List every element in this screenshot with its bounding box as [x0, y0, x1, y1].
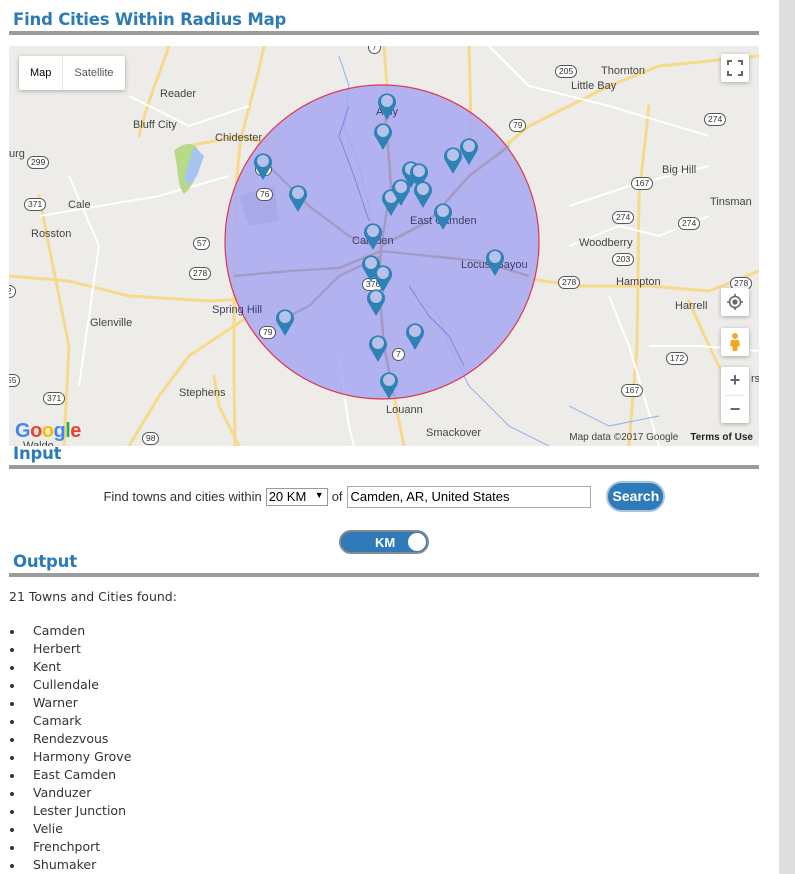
result-city-item: Frenchport — [9, 838, 131, 856]
unit-toggle-label: KM — [375, 535, 396, 550]
map-section-divider — [9, 31, 759, 35]
result-city-item: Lester Junction — [9, 802, 131, 820]
map-marker-pin-icon[interactable] — [460, 138, 478, 165]
map-marker-pin-icon[interactable] — [374, 123, 392, 150]
map-marker-pin-icon[interactable] — [434, 203, 452, 230]
zoom-out-button[interactable]: − — [721, 396, 749, 424]
map-marker-pin-icon[interactable] — [380, 372, 398, 399]
map-section-title: Find Cities Within Radius Map — [13, 10, 287, 29]
google-logo-letter: e — [70, 420, 81, 442]
input-section-divider — [9, 465, 759, 469]
google-logo-letter: G — [15, 420, 31, 442]
result-city-item: Camden — [9, 622, 131, 640]
radius-select-wrap: 20 KM ▼ — [265, 487, 332, 506]
output-section-title: Output — [13, 552, 77, 571]
map-marker-pin-icon[interactable] — [444, 147, 462, 174]
map-marker-pin-icon[interactable] — [406, 323, 424, 350]
map-data-credit: Map data ©2017 Google — [569, 432, 679, 443]
radius-prefix-label: Find towns and cities within — [103, 489, 262, 504]
fullscreen-button[interactable] — [721, 54, 749, 82]
result-city-item: Camark — [9, 712, 131, 730]
result-city-item: Shumaker — [9, 856, 131, 874]
street-view-pegman-icon — [730, 333, 740, 351]
map-marker-pin-icon[interactable] — [369, 335, 387, 362]
result-city-item: East Camden — [9, 766, 131, 784]
map-marker-pin-icon[interactable] — [367, 289, 385, 316]
fullscreen-icon — [727, 60, 743, 76]
map-marker-pin-icon[interactable] — [414, 181, 432, 208]
map-marker-pin-icon[interactable] — [374, 265, 392, 292]
result-city-item: Warner — [9, 694, 131, 712]
search-button[interactable]: Search — [605, 481, 665, 512]
zoom-control: + − — [721, 367, 749, 423]
google-logo-letter: o — [30, 420, 42, 442]
search-form: Find towns and cities within 20 KM ▼ of … — [9, 481, 759, 512]
radius-select[interactable]: 20 KM — [265, 487, 328, 506]
map-type-map-button[interactable]: Map — [19, 56, 64, 90]
terms-of-use-link[interactable]: Terms of Use — [690, 432, 753, 443]
results-count: 21 Towns and Cities found: — [9, 589, 177, 604]
google-logo-letter: o — [41, 420, 54, 442]
map-marker-pin-icon[interactable] — [486, 249, 504, 276]
zoom-in-button[interactable]: + — [721, 367, 749, 395]
toggle-knob — [408, 533, 426, 551]
radius-map[interactable]: Reader Bluff City Chidester urg Cale Ros… — [9, 46, 759, 446]
map-marker-pin-icon[interactable] — [254, 153, 272, 180]
page-scrollbar-track[interactable] — [779, 0, 795, 874]
map-marker-pin-icon[interactable] — [289, 185, 307, 212]
result-city-item: Velie — [9, 820, 131, 838]
result-city-item: Herbert — [9, 640, 131, 658]
result-city-item: Vanduzer — [9, 784, 131, 802]
google-logo-letter: g — [53, 420, 66, 442]
result-city-item: Rendezvous — [9, 730, 131, 748]
my-location-icon — [727, 294, 743, 310]
result-city-item: Harmony Grove — [9, 748, 131, 766]
location-input[interactable] — [346, 485, 591, 508]
map-marker-pin-icon[interactable] — [378, 93, 396, 120]
map-marker-pin-icon[interactable] — [276, 309, 294, 336]
map-type-satellite-button[interactable]: Satellite — [63, 56, 124, 90]
results-list: Camden Herbert Kent Cullendale Warner Camark R… — [9, 622, 131, 874]
of-label: of — [331, 489, 343, 504]
input-section-title: Input — [13, 444, 62, 463]
result-city-item: Cullendale — [9, 676, 131, 694]
result-city-item: Kent — [9, 658, 131, 676]
unit-toggle[interactable]: KM — [339, 530, 429, 554]
map-markers-layer — [254, 93, 504, 399]
street-view-button[interactable] — [721, 328, 749, 356]
google-logo[interactable]: Google — [15, 420, 81, 443]
map-marker-pin-icon[interactable] — [364, 223, 382, 250]
output-section-divider — [9, 573, 759, 577]
map-attribution: Map data ©2017 Google Terms of Use — [569, 432, 753, 443]
my-location-button[interactable] — [721, 288, 749, 316]
map-type-control: Map Satellite — [19, 56, 125, 90]
